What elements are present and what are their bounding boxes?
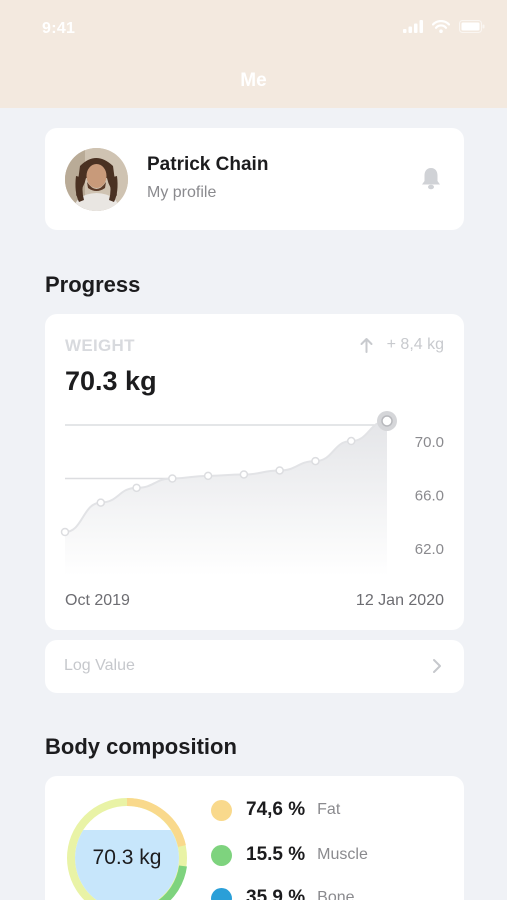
legend-item-fat: 74,6 % Fat <box>211 799 340 821</box>
weight-chart: 70.0 66.0 62.0 <box>60 410 444 576</box>
chart-y-tick-label: 66.0 <box>415 488 444 505</box>
bone-label: Bone <box>317 889 355 900</box>
legend-item-muscle: 15.5 % Muscle <box>211 844 368 866</box>
status-icons <box>403 20 485 33</box>
profile-link[interactable]: My profile <box>147 184 216 202</box>
chart-data-point <box>311 456 320 466</box>
composition-total: 70.3 kg <box>92 846 162 869</box>
chevron-right-icon <box>433 659 441 673</box>
log-value-row[interactable]: Log Value <box>45 640 464 693</box>
muscle-value: 15.5 % <box>246 844 306 865</box>
chart-date-start: Oct 2019 <box>65 592 130 609</box>
fat-value: 74,6 % <box>246 799 306 820</box>
chart-y-tick-label: 62.0 <box>415 541 444 558</box>
bone-color-dot <box>211 887 232 900</box>
avatar[interactable] <box>65 148 128 211</box>
muscle-color-dot <box>211 844 232 866</box>
chart-data-point <box>96 498 106 507</box>
progress-section-title: Progress <box>45 272 141 297</box>
body-composition-card[interactable]: 70.3 kg 74,6 % Fat 15.5 % Muscle 35.9 % … <box>45 776 464 900</box>
status-time: 9:41 <box>42 20 76 37</box>
legend-item-bone: 35.9 % Bone <box>211 887 355 900</box>
body-composition-title: Body composition <box>45 734 237 759</box>
profile-card[interactable]: Patrick Chain My profile <box>45 128 464 230</box>
chart-date-end: 12 Jan 2020 <box>355 592 444 609</box>
chart-data-point <box>60 527 70 537</box>
chart-data-point <box>346 436 356 446</box>
profile-name: Patrick Chain <box>147 154 269 175</box>
weight-card[interactable]: WEIGHT + 8,4 kg 70.3 kg 70.0 66.0 62.0 Oct… <box>45 314 464 630</box>
log-value-label: Log Value <box>64 657 135 674</box>
bone-value: 35.9 % <box>246 887 306 900</box>
chart-data-point <box>239 470 249 479</box>
chart-data-point <box>132 483 141 493</box>
chart-data-point <box>203 471 213 481</box>
chart-y-tick-label: 70.0 <box>415 434 444 451</box>
chart-data-point <box>275 466 284 475</box>
chart-data-point <box>168 474 177 483</box>
notification-bell-icon[interactable] <box>420 166 442 195</box>
wifi-icon <box>432 20 450 33</box>
top-header: 9:41 Me <box>0 0 507 108</box>
signal-icon <box>403 20 423 33</box>
battery-icon <box>459 20 485 33</box>
chart-current-point <box>381 415 393 427</box>
fat-color-dot <box>211 799 232 821</box>
page-title: Me <box>240 70 267 91</box>
fat-label: Fat <box>317 801 341 818</box>
muscle-label: Muscle <box>317 846 368 863</box>
